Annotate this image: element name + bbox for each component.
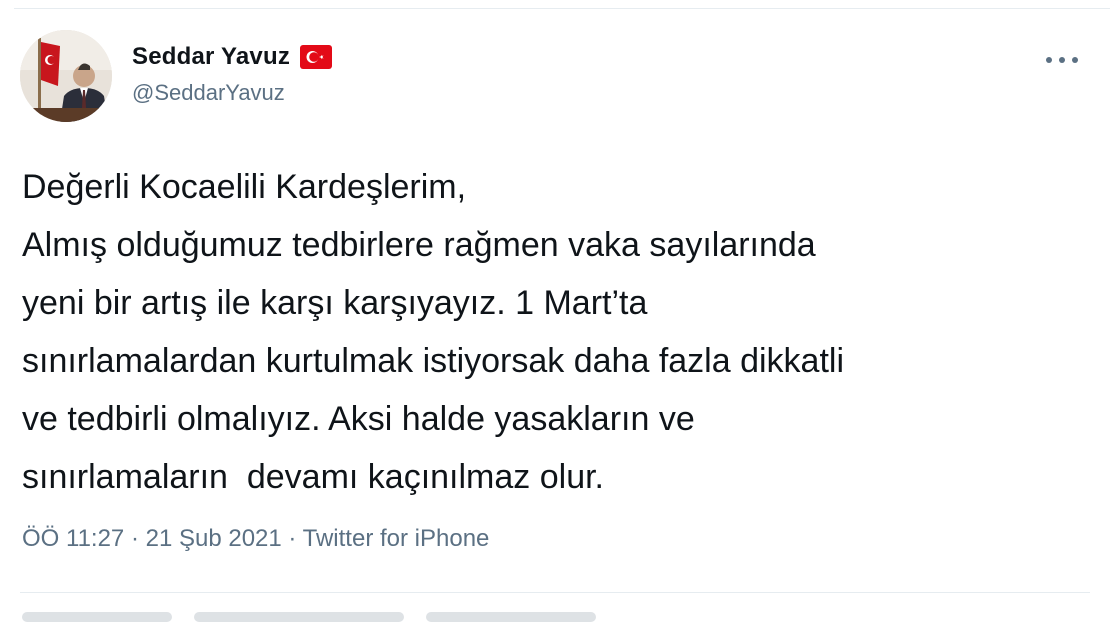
top-divider: [14, 8, 1110, 9]
tweet-text-line: ve tedbirli olmalıyız. Aksi halde yasakl…: [22, 400, 695, 438]
cut-off-text: [194, 612, 404, 622]
avatar[interactable]: [20, 30, 112, 122]
more-dot: [1059, 57, 1065, 63]
tweet-meta: ÖÖ 11:27 · 21 Şub 2021 · Twitter for iPh…: [22, 525, 489, 553]
cut-off-text: [426, 612, 596, 622]
tweet-time[interactable]: ÖÖ 11:27: [22, 525, 124, 552]
author-display-name[interactable]: Seddar Yavuz: [132, 43, 290, 71]
tweet-text: Değerli Kocaelili Kardeşlerim, Almış old…: [22, 158, 1080, 506]
tweet-text-line: Değerli Kocaelili Kardeşlerim,: [22, 168, 467, 206]
cut-off-stats-row: [22, 612, 710, 625]
tweet-source-link[interactable]: Twitter for iPhone: [303, 525, 490, 552]
tweet-date[interactable]: 21 Şub 2021: [146, 525, 282, 552]
name-row: Seddar Yavuz: [132, 40, 333, 74]
tweet-card: Seddar Yavuz @SeddarYavuz Değerli Kocael…: [0, 0, 1110, 625]
more-dot: [1072, 57, 1078, 63]
author-handle[interactable]: @SeddarYavuz: [132, 80, 332, 106]
bottom-divider: [20, 592, 1090, 593]
author-identity: Seddar Yavuz @SeddarYavuz: [132, 40, 333, 106]
tweet-text-line: sınırlamaların devamı kaçınılmaz olur.: [22, 458, 605, 496]
meta-separator: ·: [124, 525, 146, 552]
more-options-icon[interactable]: [1046, 52, 1078, 68]
tweet-text-line: yeni bir artış ile karşı karşıyayız. 1 M…: [22, 284, 648, 322]
tweet-header: Seddar Yavuz @SeddarYavuz: [20, 30, 1090, 126]
cut-off-text: [22, 612, 172, 622]
meta-separator: ·: [281, 525, 303, 552]
more-dot: [1046, 57, 1052, 63]
turkey-flag-icon: [300, 45, 333, 69]
tweet-text-line: Almış olduğumuz tedbirlere rağmen vaka s…: [22, 226, 816, 264]
tweet-text-line: sınırlamalardan kurtulmak istiyorsak dah…: [22, 342, 845, 380]
avatar-photo: [20, 30, 112, 122]
